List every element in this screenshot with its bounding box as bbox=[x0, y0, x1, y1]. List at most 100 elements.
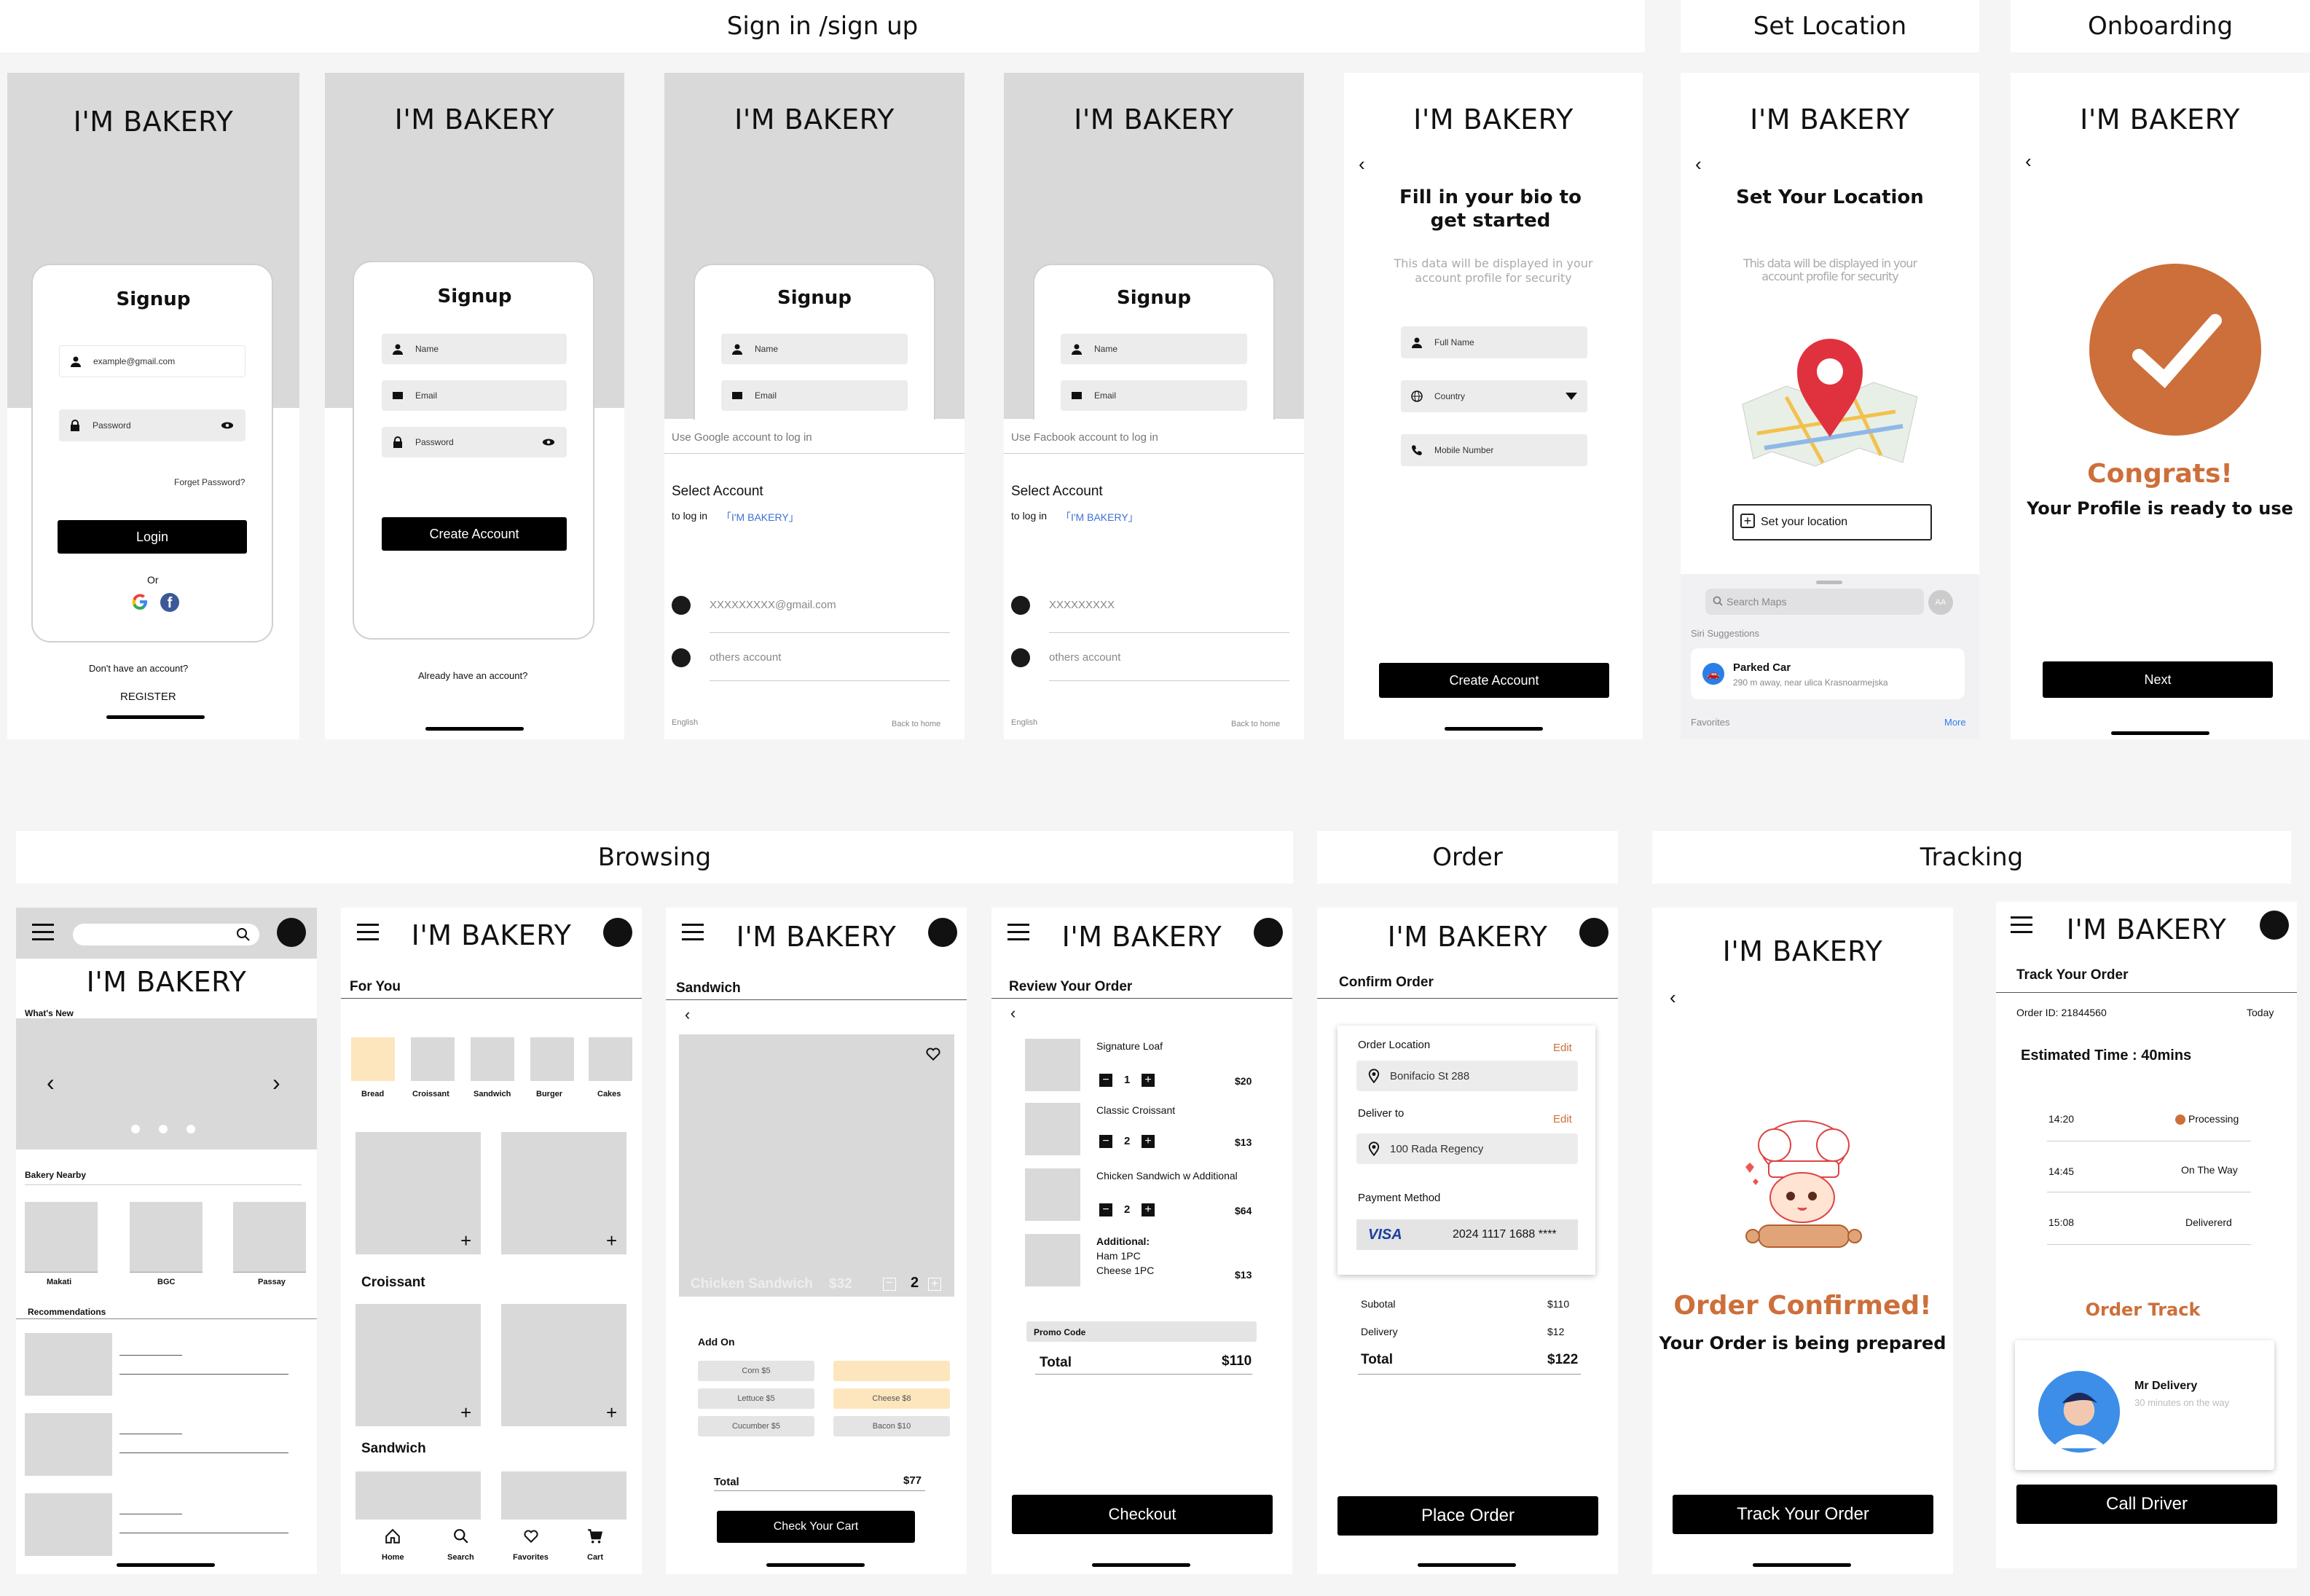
checkout-button[interactable]: Checkout bbox=[1012, 1495, 1273, 1534]
chevron-left-icon[interactable]: ‹ bbox=[47, 1069, 55, 1096]
edit-link[interactable]: Edit bbox=[1553, 1113, 1572, 1125]
deliver-to-field[interactable]: 100 Rada Regency bbox=[1356, 1133, 1578, 1164]
brand-link[interactable]: 「I'M BAKERY」 bbox=[721, 510, 799, 524]
decrement-button[interactable]: − bbox=[1099, 1203, 1112, 1216]
avatar[interactable]: AA bbox=[1928, 590, 1953, 615]
profile-avatar[interactable] bbox=[1254, 918, 1283, 947]
nav-label-cart[interactable]: Cart bbox=[587, 1553, 603, 1562]
profile-avatar[interactable] bbox=[603, 918, 632, 947]
back-home-link[interactable]: Back to home bbox=[892, 720, 940, 728]
heart-icon[interactable] bbox=[925, 1046, 941, 1062]
carousel-dot[interactable] bbox=[159, 1125, 168, 1133]
country-select[interactable]: Country bbox=[1401, 380, 1587, 412]
decrement-button[interactable]: − bbox=[1099, 1074, 1112, 1087]
nav-label-home[interactable]: Home bbox=[382, 1553, 404, 1562]
bakery-card[interactable] bbox=[130, 1202, 203, 1272]
category-tile-bread[interactable] bbox=[351, 1037, 395, 1081]
add-icon[interactable]: + bbox=[606, 1403, 617, 1422]
back-chevron-icon[interactable]: ‹ bbox=[1010, 1004, 1015, 1023]
carousel-dot[interactable] bbox=[186, 1125, 195, 1133]
eye-icon[interactable] bbox=[542, 438, 555, 447]
addon-option-selected[interactable]: Cheese $8 bbox=[833, 1388, 950, 1409]
increment-button[interactable]: + bbox=[928, 1278, 941, 1291]
more-link[interactable]: More bbox=[1944, 717, 1966, 728]
account-option-2[interactable]: others account bbox=[710, 651, 781, 664]
category-tile-croissant[interactable] bbox=[411, 1037, 455, 1081]
back-chevron-icon[interactable]: ‹ bbox=[685, 1005, 690, 1024]
full-name-field[interactable]: Full Name bbox=[1401, 326, 1587, 358]
product-card[interactable] bbox=[355, 1471, 481, 1522]
search-icon[interactable] bbox=[453, 1528, 469, 1544]
profile-avatar[interactable] bbox=[2260, 911, 2289, 940]
name-field[interactable]: Name bbox=[1061, 334, 1247, 364]
email-field[interactable]: example@gmail.com bbox=[59, 345, 245, 377]
category-tile-cakes[interactable] bbox=[589, 1037, 632, 1081]
facebook-icon[interactable]: f bbox=[160, 593, 179, 612]
name-field[interactable]: Name bbox=[382, 334, 567, 364]
register-link[interactable]: REGISTER bbox=[120, 691, 176, 703]
next-button[interactable]: Next bbox=[2043, 661, 2273, 698]
mobile-number-field[interactable]: Mobile Number bbox=[1401, 434, 1587, 466]
language-link[interactable]: English bbox=[1011, 718, 1037, 727]
create-account-button[interactable]: Create Account bbox=[1379, 663, 1609, 698]
cart-icon[interactable] bbox=[587, 1528, 603, 1544]
decrement-button[interactable]: − bbox=[1099, 1135, 1112, 1148]
email-field[interactable]: Email bbox=[721, 380, 908, 411]
edit-link[interactable]: Edit bbox=[1553, 1042, 1572, 1054]
back-chevron-icon[interactable]: ‹ bbox=[1695, 153, 1702, 176]
addon-option[interactable]: Corn $5 bbox=[698, 1361, 814, 1381]
back-home-link[interactable]: Back to home bbox=[1231, 720, 1280, 728]
account-radio[interactable] bbox=[1011, 596, 1030, 615]
recommendation-thumb[interactable] bbox=[25, 1413, 112, 1476]
increment-button[interactable]: + bbox=[1142, 1135, 1155, 1148]
account-option-1[interactable]: XXXXXXXXX@gmail.com bbox=[710, 599, 836, 611]
heart-icon[interactable] bbox=[523, 1528, 539, 1544]
account-radio[interactable] bbox=[1011, 648, 1030, 667]
home-icon[interactable] bbox=[385, 1528, 401, 1544]
already-account-link[interactable]: Already have an account? bbox=[418, 670, 527, 681]
email-field[interactable]: Email bbox=[382, 380, 567, 411]
parked-car-card[interactable] bbox=[1691, 648, 1965, 699]
password-field[interactable]: Password bbox=[382, 427, 567, 457]
category-tile-burger[interactable] bbox=[530, 1037, 574, 1081]
addon-option-selected[interactable] bbox=[833, 1361, 950, 1381]
decrement-button[interactable]: − bbox=[883, 1278, 896, 1291]
sheet-grabber[interactable] bbox=[1816, 581, 1842, 584]
category-tile-sandwich[interactable] bbox=[471, 1037, 514, 1081]
profile-avatar[interactable] bbox=[928, 918, 957, 947]
back-chevron-icon[interactable]: ‹ bbox=[1359, 153, 1365, 176]
bakery-card[interactable] bbox=[233, 1202, 306, 1272]
bakery-card[interactable] bbox=[25, 1202, 98, 1272]
check-cart-button[interactable]: Check Your Cart bbox=[717, 1511, 915, 1543]
nav-label-search[interactable]: Search bbox=[447, 1553, 474, 1562]
google-icon[interactable] bbox=[130, 591, 150, 612]
password-field[interactable]: Password bbox=[59, 409, 245, 441]
eye-icon[interactable] bbox=[221, 421, 234, 430]
order-location-field[interactable]: Bonifacio St 288 bbox=[1356, 1061, 1578, 1091]
track-order-button[interactable]: Track Your Order bbox=[1673, 1495, 1933, 1534]
menu-icon[interactable] bbox=[32, 924, 54, 941]
account-option-1[interactable]: XXXXXXXXX bbox=[1049, 599, 1115, 611]
recommendation-thumb[interactable] bbox=[25, 1493, 112, 1556]
back-chevron-icon[interactable]: ‹ bbox=[2025, 150, 2032, 173]
nav-label-favorites[interactable]: Favorites bbox=[513, 1553, 549, 1562]
addon-option[interactable]: Bacon $10 bbox=[833, 1416, 950, 1436]
profile-avatar[interactable] bbox=[277, 918, 306, 947]
login-button[interactable]: Login bbox=[58, 520, 247, 554]
call-driver-button[interactable]: Call Driver bbox=[2016, 1485, 2277, 1524]
account-radio[interactable] bbox=[672, 648, 691, 667]
profile-avatar[interactable] bbox=[1579, 918, 1608, 947]
account-option-2[interactable]: others account bbox=[1049, 651, 1120, 664]
carousel-dot[interactable] bbox=[131, 1125, 140, 1133]
addon-option[interactable]: Cucumber $5 bbox=[698, 1416, 814, 1436]
search-input[interactable] bbox=[73, 924, 259, 946]
add-icon[interactable]: + bbox=[460, 1403, 471, 1422]
add-icon[interactable]: + bbox=[460, 1231, 471, 1250]
increment-button[interactable]: + bbox=[1142, 1074, 1155, 1087]
add-icon[interactable]: + bbox=[606, 1231, 617, 1250]
create-account-button[interactable]: Create Account bbox=[382, 517, 567, 551]
increment-button[interactable]: + bbox=[1142, 1203, 1155, 1216]
account-radio[interactable] bbox=[672, 596, 691, 615]
email-field[interactable]: Email bbox=[1061, 380, 1247, 411]
forgot-password-link[interactable]: Forget Password? bbox=[174, 477, 245, 487]
